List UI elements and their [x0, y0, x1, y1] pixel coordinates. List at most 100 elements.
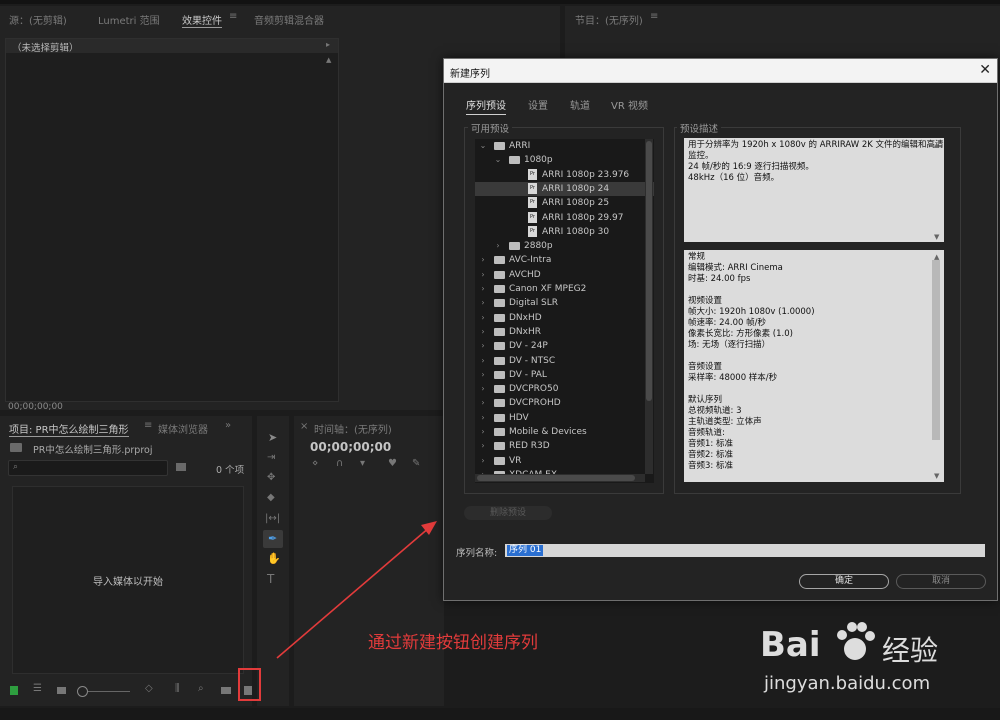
- list-view-icon[interactable]: ☰: [33, 684, 42, 694]
- chevron-right-icon[interactable]: ›: [479, 296, 487, 310]
- tree-preset-item[interactable]: Pr ARRI 1080p 25: [475, 196, 654, 210]
- add-marker-icon[interactable]: ▾: [360, 459, 365, 469]
- details-scroll-up-icon[interactable]: ▲: [934, 252, 939, 263]
- snap-icon[interactable]: ⋄: [312, 459, 318, 469]
- details-scroll-down-icon[interactable]: ▼: [934, 471, 939, 482]
- tree-folder-item[interactable]: › 2880p: [475, 239, 654, 253]
- chevron-right-icon[interactable]: ›: [479, 368, 487, 382]
- tab-lumetri-scopes[interactable]: Lumetri 范围: [98, 12, 160, 27]
- automate-to-sequence-icon[interactable]: ⫼: [175, 684, 180, 694]
- tree-preset-item[interactable]: Pr ARRI 1080p 29.97: [475, 211, 654, 225]
- tree-folder-item[interactable]: › DNxHR: [475, 325, 654, 339]
- watermark-url: jingyan.baidu.com: [764, 673, 931, 694]
- tree-hscroll-thumb[interactable]: [477, 475, 635, 481]
- tab-media-browser[interactable]: 媒体浏览器: [158, 421, 208, 436]
- chevron-right-icon[interactable]: ›: [479, 454, 487, 468]
- scroll-up-icon[interactable]: ▲: [326, 57, 331, 64]
- chevron-right-icon[interactable]: ›: [479, 439, 487, 453]
- tree-folder-item[interactable]: › Canon XF MPEG2: [475, 282, 654, 296]
- tree-folder-item[interactable]: › HDV: [475, 411, 654, 425]
- delete-preset-button[interactable]: 删除预设: [464, 506, 552, 520]
- chevron-right-icon[interactable]: ›: [479, 268, 487, 282]
- tab-project[interactable]: 项目: PR中怎么绘制三角形: [9, 421, 129, 437]
- marker-icon[interactable]: ♥: [388, 459, 397, 469]
- zoom-slider-handle[interactable]: [77, 686, 88, 697]
- sequence-name-input[interactable]: 序列 01: [505, 544, 985, 557]
- tree-folder-item[interactable]: › DVCPROHD: [475, 396, 654, 410]
- selection-tool-icon[interactable]: ➤: [268, 432, 277, 443]
- ripple-edit-tool-icon[interactable]: ✥: [267, 473, 275, 483]
- tree-folder-item[interactable]: › DV - PAL: [475, 368, 654, 382]
- tree-item-label: DV - 24P: [509, 341, 548, 352]
- track-select-tool-icon[interactable]: ⇥: [267, 453, 275, 463]
- chevron-right-icon[interactable]: ›: [479, 396, 487, 410]
- tree-horizontal-scrollbar[interactable]: [475, 474, 645, 482]
- link-icon[interactable]: ∩: [336, 459, 343, 469]
- new-bin-icon[interactable]: [176, 463, 186, 471]
- tab-settings[interactable]: 设置: [528, 97, 548, 112]
- desc-scroll-up-icon[interactable]: ▲: [934, 140, 939, 151]
- chevron-right-icon[interactable]: ›: [479, 282, 487, 296]
- panel-menu-icon[interactable]: ≡: [229, 12, 237, 22]
- tab-source[interactable]: 源：(无剪辑): [9, 12, 67, 27]
- description-line: 监控。: [688, 151, 714, 161]
- tree-folder-item[interactable]: › DV - NTSC: [475, 354, 654, 368]
- razor-tool-icon[interactable]: ◆: [267, 493, 275, 503]
- chevron-right-icon[interactable]: ›: [479, 325, 487, 339]
- details-scroll-thumb[interactable]: [932, 260, 940, 440]
- tree-vertical-scrollbar[interactable]: [645, 139, 653, 474]
- zoom-slider-track[interactable]: [88, 691, 130, 692]
- tree-preset-item[interactable]: Pr ARRI 1080p 24: [475, 181, 654, 196]
- tree-folder-item[interactable]: › DNxHD: [475, 311, 654, 325]
- more-panels-icon[interactable]: »: [225, 421, 231, 431]
- wrench-icon[interactable]: ✎: [412, 459, 420, 469]
- tree-folder-item[interactable]: › Digital SLR: [475, 296, 654, 310]
- chevron-down-icon[interactable]: ⌄: [494, 153, 502, 167]
- tab-vr-video[interactable]: VR 视频: [611, 97, 648, 112]
- tree-folder-item[interactable]: › AVC-Intra: [475, 253, 654, 267]
- chevron-right-icon[interactable]: ›: [479, 382, 487, 396]
- tab-effect-controls[interactable]: 效果控件: [182, 12, 222, 28]
- tree-folder-item[interactable]: › DVCPRO50: [475, 382, 654, 396]
- tree-preset-item[interactable]: Pr ARRI 1080p 30: [475, 225, 654, 239]
- find-icon[interactable]: ⌕: [198, 684, 204, 694]
- tab-program[interactable]: 节目：(无序列): [575, 12, 643, 27]
- tree-folder-item[interactable]: › AVCHD: [475, 268, 654, 282]
- tab-sequence-presets[interactable]: 序列预设: [466, 97, 506, 115]
- tree-folder-item[interactable]: ⌄ 1080p: [475, 153, 654, 167]
- sort-icon[interactable]: ◇: [145, 684, 153, 694]
- search-input[interactable]: ⌕: [8, 460, 168, 476]
- desc-scroll-down-icon[interactable]: ▼: [934, 232, 939, 243]
- tree-folder-item[interactable]: › DV - 24P: [475, 339, 654, 353]
- chevron-right-icon[interactable]: ›: [494, 239, 502, 253]
- new-bin-bottom-icon[interactable]: [221, 687, 231, 694]
- ok-button[interactable]: 确定: [799, 574, 889, 589]
- tree-scroll-thumb[interactable]: [646, 141, 652, 401]
- chevron-right-icon[interactable]: ›: [479, 425, 487, 439]
- lock-icon[interactable]: [10, 686, 18, 695]
- tree-preset-item[interactable]: Pr ARRI 1080p 23.976: [475, 168, 654, 182]
- chevron-down-icon[interactable]: ⌄: [479, 139, 487, 153]
- chevron-right-icon[interactable]: ›: [479, 354, 487, 368]
- chevron-right-icon[interactable]: ›: [479, 339, 487, 353]
- icon-view-icon[interactable]: [57, 687, 66, 694]
- details-line: 视频设置: [688, 296, 723, 306]
- chevron-right-icon[interactable]: ›: [479, 253, 487, 267]
- chevron-right-icon[interactable]: ›: [479, 411, 487, 425]
- project-menu-icon[interactable]: ≡: [144, 421, 152, 431]
- tab-audio-clip-mixer[interactable]: 音频剪辑混合器: [254, 12, 324, 27]
- close-timeline-icon[interactable]: ×: [300, 422, 308, 432]
- program-menu-icon[interactable]: ≡: [650, 12, 658, 22]
- media-drop-area[interactable]: 导入媒体以开始: [12, 486, 244, 674]
- chevron-right-icon[interactable]: ›: [479, 311, 487, 325]
- tab-tracks[interactable]: 轨道: [570, 97, 590, 112]
- close-icon[interactable]: ✕: [979, 62, 991, 78]
- cancel-button[interactable]: 取消: [896, 574, 986, 589]
- expand-right-icon[interactable]: ▸: [326, 41, 330, 49]
- tab-timeline[interactable]: 时间轴：(无序列): [314, 421, 392, 436]
- tree-folder-item[interactable]: › RED R3D: [475, 439, 654, 453]
- tree-folder-item[interactable]: › Mobile & Devices: [475, 425, 654, 439]
- preset-tree[interactable]: ⌄ ARRI ⌄ 1080p Pr ARRI 1080p 23.976 Pr ARRI 108…: [475, 139, 654, 483]
- tree-folder-item[interactable]: ⌄ ARRI: [475, 139, 654, 153]
- tree-folder-item[interactable]: › VR: [475, 454, 654, 468]
